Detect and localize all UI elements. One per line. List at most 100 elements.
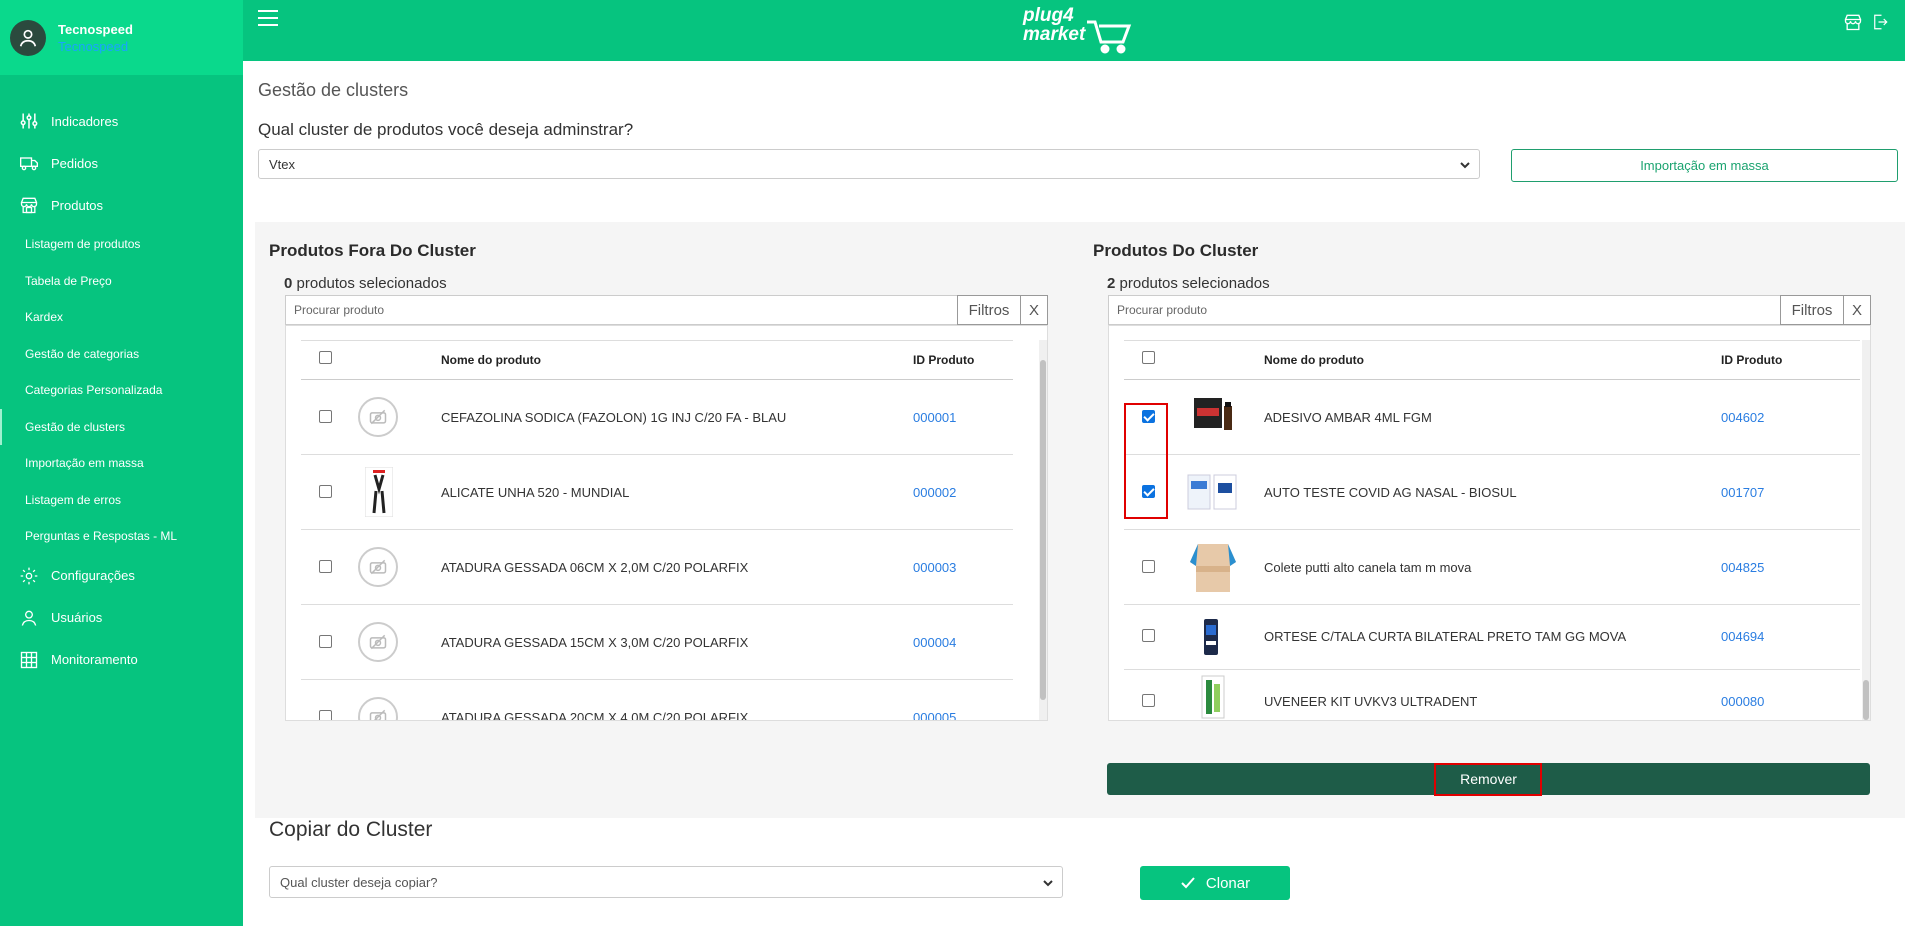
table-row[interactable]: ALICATE UNHA 520 - MUNDIAL 000002: [301, 455, 1013, 530]
no-image-icon: [358, 547, 398, 587]
sidebar-sub-listagem-produtos[interactable]: Listagem de produtos: [0, 226, 243, 263]
right-selected-count: 2 produtos selecionados: [1107, 275, 1270, 292]
product-id-link[interactable]: 004825: [1721, 560, 1764, 575]
row-checkbox[interactable]: [1142, 629, 1155, 642]
product-name: ORTESE C/TALA CURTA BILATERAL PRETO TAM …: [1264, 629, 1627, 644]
right-search-row: Procurar produto Filtros X: [1108, 295, 1871, 325]
sidebar-item-pedidos[interactable]: Pedidos: [0, 142, 243, 184]
product-name: ADESIVO AMBAR 4ML FGM: [1264, 410, 1432, 425]
product-name: Colete putti alto canela tam m mova: [1264, 560, 1472, 575]
clone-label: Clonar: [1205, 874, 1251, 892]
row-checkbox[interactable]: [319, 635, 332, 648]
product-id-link[interactable]: 000004: [913, 635, 956, 650]
logout-icon[interactable]: [1871, 12, 1889, 32]
profile[interactable]: Tecnospeed Tecnospeed: [0, 0, 243, 75]
left-col-id: ID Produto: [913, 353, 975, 367]
left-search-input[interactable]: Procurar produto: [285, 295, 958, 325]
cluster-select-value: Vtex: [269, 156, 296, 172]
right-table-header: Nome do produto ID Produto: [1124, 340, 1860, 380]
clone-button[interactable]: Clonar: [1140, 866, 1290, 900]
sidebar-item-label: Pedidos: [51, 155, 98, 171]
table-row[interactable]: ORTESE C/TALA CURTA BILATERAL PRETO TAM …: [1124, 605, 1860, 670]
sidebar-sub-categorias-personalizada[interactable]: Categorias Personalizada: [0, 372, 243, 409]
left-filter-button[interactable]: Filtros: [957, 295, 1021, 325]
sidebar-sub-tabela-preco[interactable]: Tabela de Preço: [0, 263, 243, 300]
product-id-link[interactable]: 000002: [913, 485, 956, 500]
mass-import-button[interactable]: Importação em massa: [1511, 149, 1898, 182]
product-name: CEFAZOLINA SODICA (FAZOLON) 1G INJ C/20 …: [441, 410, 787, 425]
right-clear-button[interactable]: X: [1843, 295, 1871, 325]
store-icon[interactable]: [1843, 12, 1863, 32]
sidebar-sub-importacao-massa[interactable]: Importação em massa: [0, 445, 243, 482]
profile-name: Tecnospeed: [58, 21, 133, 37]
row-checkbox[interactable]: [319, 410, 332, 423]
row-checkbox[interactable]: [319, 485, 332, 498]
table-row[interactable]: UVENEER KIT UVKV3 ULTRADENT 000080: [1124, 670, 1860, 720]
table-row[interactable]: AUTO TESTE COVID AG NASAL - BIOSUL 00170…: [1124, 455, 1860, 530]
product-id-link[interactable]: 000003: [913, 560, 956, 575]
left-count-suffix: produtos selecionados: [296, 275, 447, 292]
table-row[interactable]: ADESIVO AMBAR 4ML FGM 004602: [1124, 380, 1860, 455]
scrollbar-thumb[interactable]: [1863, 680, 1869, 720]
cluster-select[interactable]: Vtex: [258, 149, 1480, 179]
product-name: ALICATE UNHA 520 - MUNDIAL: [441, 485, 630, 500]
left-search-row: Procurar produto Filtros X: [285, 295, 1048, 325]
table-row[interactable]: ATADURA GESSADA 15CM X 3,0M C/20 POLARFI…: [301, 605, 1013, 680]
remove-highlight: [1434, 763, 1542, 796]
product-id-link[interactable]: 004602: [1721, 410, 1764, 425]
copy-select-placeholder: Qual cluster deseja copiar?: [280, 874, 438, 890]
sidebar-item-label: Usuários: [51, 610, 103, 625]
cluster-question: Qual cluster de produtos você deseja adm…: [258, 120, 634, 139]
right-panel-title: Produtos Do Cluster: [1093, 241, 1259, 260]
left-select-all-checkbox[interactable]: [319, 351, 332, 364]
right-count-suffix: produtos selecionados: [1119, 275, 1270, 292]
product-id-link[interactable]: 000001: [913, 410, 956, 425]
chevron-down-icon: [1043, 880, 1053, 887]
logo-line1: plug4: [1023, 5, 1074, 26]
row-checkbox[interactable]: [1142, 560, 1155, 573]
menu-icon[interactable]: [258, 10, 278, 31]
table-row[interactable]: Colete putti alto canela tam m mova 0048…: [1124, 530, 1860, 605]
left-col-name: Nome do produto: [441, 353, 541, 367]
scrollbar-thumb[interactable]: [1040, 360, 1046, 700]
left-table-header: Nome do produto ID Produto: [301, 340, 1013, 380]
product-thumb-kit: [1200, 674, 1226, 720]
product-id-link[interactable]: 004694: [1721, 629, 1764, 644]
sidebar-item-indicadores[interactable]: Indicadores: [0, 100, 243, 142]
check-icon: [1181, 877, 1195, 889]
sidebar-item-usuarios[interactable]: Usuários: [0, 597, 243, 639]
product-id-link[interactable]: 000080: [1721, 694, 1764, 709]
building-icon: [18, 649, 40, 671]
sidebar-sub-kardex[interactable]: Kardex: [0, 299, 243, 336]
sidebar-sub-gestao-clusters[interactable]: Gestão de clusters: [0, 408, 243, 445]
right-table-scrollbar[interactable]: [1862, 340, 1870, 720]
product-name: AUTO TESTE COVID AG NASAL - BIOSUL: [1264, 485, 1517, 500]
table-row[interactable]: ATADURA GESSADA 20CM X 4,0M C/20 POLARFI…: [301, 680, 1013, 720]
brand-logo[interactable]: plug4 market: [1023, 4, 1133, 54]
sidebar-nav: Indicadores Pedidos Produtos Listagem de…: [0, 100, 243, 681]
copy-cluster-select[interactable]: Qual cluster deseja copiar?: [269, 866, 1063, 898]
sidebar-item-produtos[interactable]: Produtos: [0, 184, 243, 226]
row-checkbox[interactable]: [1142, 694, 1155, 707]
right-filter-button[interactable]: Filtros: [1780, 295, 1844, 325]
table-row[interactable]: ATADURA GESSADA 06CM X 2,0M C/20 POLARFI…: [301, 530, 1013, 605]
row-checkbox[interactable]: [319, 560, 332, 573]
sidebar-sub-listagem-erros[interactable]: Listagem de erros: [0, 482, 243, 519]
product-id-link[interactable]: 001707: [1721, 485, 1764, 500]
product-id-link[interactable]: 000005: [913, 710, 956, 720]
sidebar-item-configuracoes[interactable]: Configurações: [0, 555, 243, 597]
avatar: [10, 19, 46, 56]
table-row[interactable]: CEFAZOLINA SODICA (FAZOLON) 1G INJ C/20 …: [301, 380, 1013, 455]
sidebar-sub-perguntas-respostas[interactable]: Perguntas e Respostas - ML: [0, 518, 243, 555]
product-thumb-covid-test: [1186, 469, 1238, 516]
product-thumb-pliers: [364, 466, 394, 520]
page-title: Gestão de clusters: [258, 80, 409, 100]
sidebar-item-monitoramento[interactable]: Monitoramento: [0, 639, 243, 681]
right-search-input[interactable]: Procurar produto: [1108, 295, 1781, 325]
user-icon: [18, 607, 40, 629]
right-select-all-checkbox[interactable]: [1142, 351, 1155, 364]
left-table-scrollbar[interactable]: [1039, 340, 1047, 720]
sidebar-sub-gestao-categorias[interactable]: Gestão de categorias: [0, 336, 243, 373]
left-clear-button[interactable]: X: [1020, 295, 1048, 325]
row-checkbox[interactable]: [319, 710, 332, 720]
